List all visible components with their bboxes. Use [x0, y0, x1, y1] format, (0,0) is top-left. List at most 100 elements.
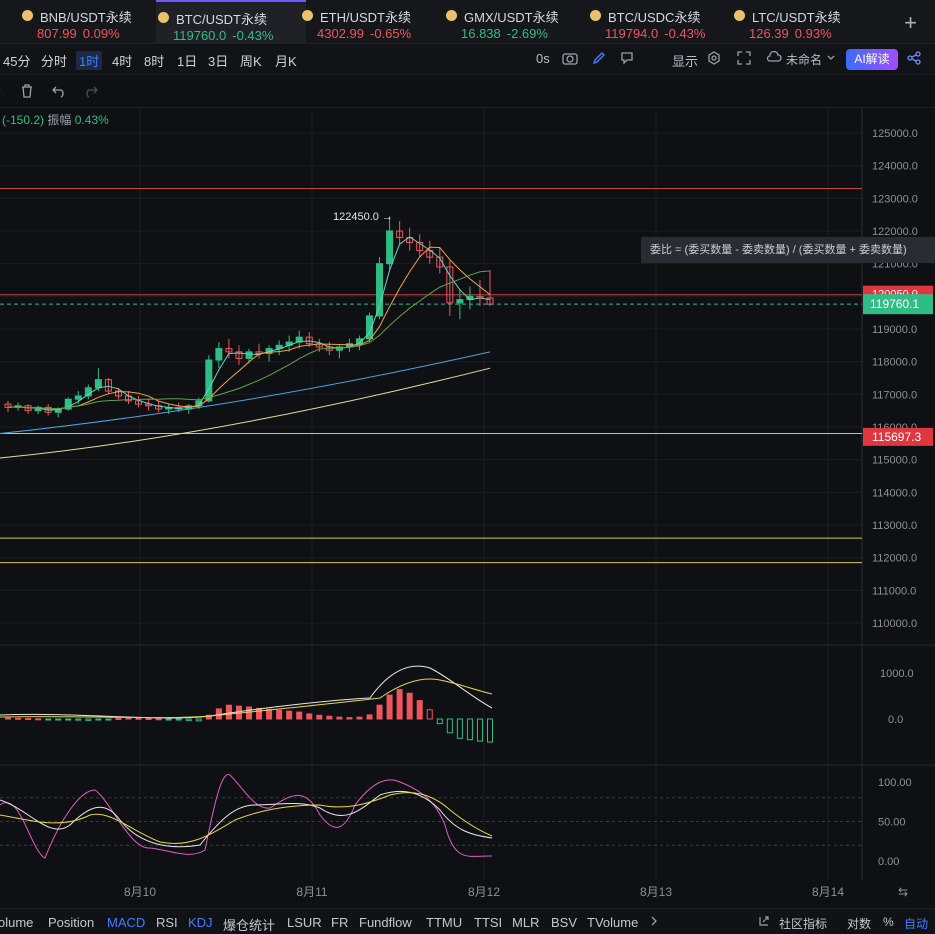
timeframe-3d[interactable]: 3日	[205, 51, 231, 70]
candle-body	[456, 299, 464, 304]
timeframe-8h[interactable]: 8时	[141, 51, 167, 70]
ticker-name: GMX/USDT永续	[464, 10, 559, 25]
macd-histogram-bar	[135, 717, 142, 720]
price-axis-label: 123000.0	[872, 193, 918, 205]
redo-icon[interactable]	[83, 83, 101, 101]
indicator-tab-macd[interactable]: MACD	[107, 915, 145, 930]
indicator-tab-volume[interactable]: olume	[0, 915, 33, 930]
indicator-tab-liquidation[interactable]: 爆仓统计	[223, 915, 275, 934]
candle-body	[376, 263, 384, 317]
macd-histogram-bar	[125, 717, 132, 720]
trash-icon[interactable]	[19, 83, 37, 101]
indicator-tab-mlr[interactable]: MLR	[512, 915, 539, 930]
macd-histogram-bar	[476, 718, 483, 742]
price-axis-label: 118000.0	[872, 357, 917, 369]
indicator-tab-position[interactable]: Position	[48, 915, 94, 930]
macd-histogram-bar	[296, 711, 303, 720]
timeframe-month[interactable]: 月K	[272, 51, 300, 70]
community-indicator-icon[interactable]	[758, 915, 770, 930]
indicator-tab-fr[interactable]: FR	[331, 915, 348, 930]
ticker-price: 119794.0 -0.43%	[605, 26, 706, 41]
coin-icon	[590, 10, 601, 21]
undo-icon[interactable]	[51, 83, 69, 101]
macd-histogram-bar	[426, 709, 433, 720]
collapse-icon[interactable]	[0, 83, 12, 101]
axis-scale-icon: ⇆	[898, 885, 908, 899]
macd-histogram-bar	[256, 707, 263, 720]
indicator-tab-kdj[interactable]: KDJ	[188, 915, 213, 930]
date-axis-label: 8月13	[640, 885, 672, 899]
macd-histogram-bar	[487, 718, 493, 743]
macd-axis-label: 1000.0	[880, 668, 914, 680]
macd-histogram-bar	[356, 716, 363, 720]
ticker-tab[interactable]: ETH/USDT永续 4302.99 -0.65%	[300, 0, 440, 44]
ticker-tab[interactable]: BNB/USDT永续 807.99 0.09%	[20, 0, 150, 44]
macd-histogram-bar	[195, 718, 202, 722]
percent-toggle[interactable]: %	[883, 915, 894, 929]
cloud-icon[interactable]	[766, 50, 782, 66]
kdj-d-line	[0, 792, 493, 844]
layout-name-dropdown[interactable]: 未命名	[786, 51, 822, 68]
display-button[interactable]: 显示	[672, 51, 698, 70]
price-axis-label: 112000.0	[872, 553, 917, 565]
timeframe-1h[interactable]: 1时	[76, 51, 103, 70]
date-axis-label: 8月14	[812, 885, 844, 899]
macd-histogram-bar	[145, 718, 152, 721]
pencil-icon[interactable]	[592, 51, 606, 68]
ticker-tab-active[interactable]: BTC/USDT永续 119760.0 -0.43%	[156, 0, 306, 44]
candle-body	[94, 379, 102, 389]
macd-histogram-bar	[55, 718, 62, 721]
timeframe-week[interactable]: 周K	[237, 51, 265, 70]
price-axis-label: 124000.0	[872, 161, 918, 173]
share-icon[interactable]	[907, 51, 921, 68]
drawing-toolbar	[0, 76, 935, 108]
timeframe-1d[interactable]: 1日	[174, 51, 200, 70]
auto-scale-toggle[interactable]: 自动	[904, 915, 928, 932]
macd-histogram-bar	[456, 718, 463, 739]
camera-icon[interactable]	[562, 51, 578, 68]
macd-histogram-bar	[155, 718, 162, 721]
add-tab-button[interactable]: +	[904, 10, 917, 36]
indicator-tab-bsv[interactable]: BSV	[551, 915, 577, 930]
log-scale-toggle[interactable]: 对数	[847, 915, 871, 932]
ai-analysis-button[interactable]: AI解读	[846, 49, 898, 70]
indicator-tab-fundflow[interactable]: Fundflow	[359, 915, 412, 930]
fullscreen-icon[interactable]	[737, 51, 751, 68]
ticker-tab-bar: BNB/USDT永续 807.99 0.09% BTC/USDT永续 119760…	[0, 0, 935, 44]
timeframe-45m[interactable]: 45分	[0, 51, 33, 70]
settings-icon[interactable]	[707, 51, 721, 68]
macd-histogram-bar	[95, 718, 102, 721]
date-axis-label: 8月10	[124, 885, 156, 899]
indicator-tab-rsi[interactable]: RSI	[156, 915, 178, 930]
price-axis-label: 119000.0	[872, 324, 917, 336]
indicator-tab-ttmu[interactable]: TTMU	[426, 915, 462, 930]
timeframe-4h[interactable]: 4时	[109, 51, 135, 70]
kdj-axis-label: 100.00	[878, 777, 912, 789]
indicator-tab-lsur[interactable]: LSUR	[287, 915, 322, 930]
ticker-tab[interactable]: LTC/USDT永续 126.39 0.93%	[732, 0, 872, 44]
ticker-tab[interactable]: GMX/USDT永续 16.838 -2.69%	[444, 0, 584, 44]
ticker-price: 119760.0 -0.43%	[173, 28, 274, 43]
price-axis-label: 114000.0	[872, 487, 917, 499]
macd-histogram-bar	[366, 714, 373, 720]
timeframe-line[interactable]: 分时	[38, 51, 70, 70]
amplitude-value: 0.43%	[74, 113, 109, 127]
chevron-down-icon[interactable]	[826, 51, 836, 66]
price-chart[interactable]: 122450.0 →125000.0124000.0123000.0122000…	[0, 108, 935, 906]
frame-icon[interactable]	[620, 51, 634, 68]
macd-histogram-bar	[35, 718, 42, 721]
kdj-axis-label: 0.00	[878, 856, 899, 868]
macd-histogram-bar	[416, 700, 423, 720]
macd-histogram-bar	[246, 706, 252, 720]
ticker-tab[interactable]: BTC/USDC永续 119794.0 -0.43%	[588, 0, 728, 44]
macd-histogram-bar	[115, 718, 122, 721]
coin-icon	[446, 10, 457, 21]
indicator-tab-ttsi[interactable]: TTSI	[474, 915, 502, 930]
coin-icon	[734, 10, 745, 21]
community-indicator-button[interactable]: 社区指标	[779, 915, 827, 932]
chevron-right-icon[interactable]	[650, 915, 658, 930]
macd-histogram-bar	[346, 717, 353, 720]
order-ratio-tooltip: 委比 = (委买数量 - 委卖数量) / (委买数量 + 委卖数量)	[641, 237, 935, 263]
indicator-tab-tvolume[interactable]: TVolume	[587, 915, 638, 930]
ma-line-60	[0, 351, 491, 435]
